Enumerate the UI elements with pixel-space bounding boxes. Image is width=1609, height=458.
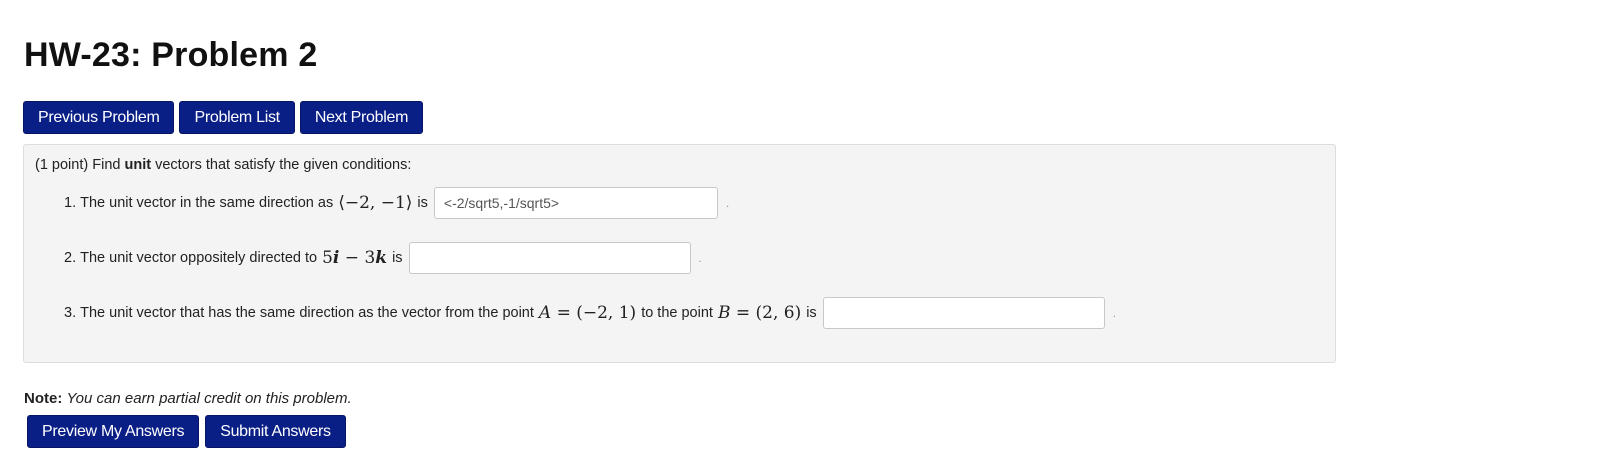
math-var-i: i xyxy=(332,248,340,268)
math-val-b: = (2, 6) xyxy=(735,303,802,323)
preview-answers-button[interactable]: Preview My Answers xyxy=(27,415,200,448)
item-middle: to the point xyxy=(641,305,713,321)
item-math-point-b: B = (2, 6) xyxy=(718,303,801,323)
math-var-b: B xyxy=(717,303,731,323)
next-problem-button[interactable]: Next Problem xyxy=(299,101,424,134)
note-text: You can earn partial credit on this prob… xyxy=(66,390,352,407)
math-var-k: k xyxy=(375,248,388,268)
item-suffix: is xyxy=(392,250,403,266)
item-text: The unit vector oppositely directed to xyxy=(80,250,318,266)
item-period: . xyxy=(725,196,730,210)
note-label: Note: xyxy=(24,390,63,407)
previous-problem-button[interactable]: Previous Problem xyxy=(23,101,175,134)
intro-post: vectors that satisfy the given condition… xyxy=(155,157,412,173)
item-suffix: is xyxy=(806,305,817,321)
intro-pre: Find xyxy=(92,157,121,173)
problem-page: HW-23: Problem 2 Previous Problem Proble… xyxy=(0,0,1609,458)
submit-answers-button[interactable]: Submit Answers xyxy=(205,415,346,448)
list-item: 3. The unit vector that has the same dir… xyxy=(64,297,1116,329)
answer-input-3[interactable] xyxy=(822,297,1105,329)
item-number: 2. xyxy=(64,250,77,266)
list-item: 1. The unit vector in the same direction… xyxy=(64,187,729,219)
item-period: . xyxy=(698,251,702,265)
problem-panel: (1 point) Find unit vectors that satisfy… xyxy=(23,144,1336,363)
item-text: The unit vector that has the same direct… xyxy=(80,305,534,321)
problem-points: (1 point) xyxy=(35,157,89,173)
item-number: 3. xyxy=(64,305,77,321)
answer-input-2[interactable] xyxy=(408,242,691,274)
math-coef-1: 5 xyxy=(322,248,333,268)
item-period: . xyxy=(1112,306,1117,320)
problem-navigation: Previous Problem Problem List Next Probl… xyxy=(23,101,424,134)
item-math: 5i − 3k xyxy=(322,248,387,268)
answer-input-1[interactable] xyxy=(433,187,718,219)
math-var-a: A xyxy=(538,303,552,323)
problem-list-button[interactable]: Problem List xyxy=(179,101,295,134)
math-val-a: = (−2, 1) xyxy=(556,303,637,323)
answer-actions: Preview My Answers Submit Answers xyxy=(27,415,346,448)
intro-bold-word: unit xyxy=(124,157,152,173)
item-number: 1. xyxy=(64,195,77,211)
math-operator: − xyxy=(344,248,360,268)
problem-intro: (1 point) Find unit vectors that satisfy… xyxy=(35,157,411,173)
item-math: ⟨−2, −1⟩ xyxy=(338,193,413,213)
item-text: The unit vector in the same direction as xyxy=(80,195,334,211)
item-suffix: is xyxy=(417,195,428,211)
page-title: HW-23: Problem 2 xyxy=(24,36,318,74)
list-item: 2. The unit vector oppositely directed t… xyxy=(64,242,702,274)
partial-credit-note: Note: You can earn partial credit on thi… xyxy=(24,390,352,407)
math-coef-2: 3 xyxy=(364,248,376,268)
item-math-point-a: A = (−2, 1) xyxy=(539,303,636,323)
